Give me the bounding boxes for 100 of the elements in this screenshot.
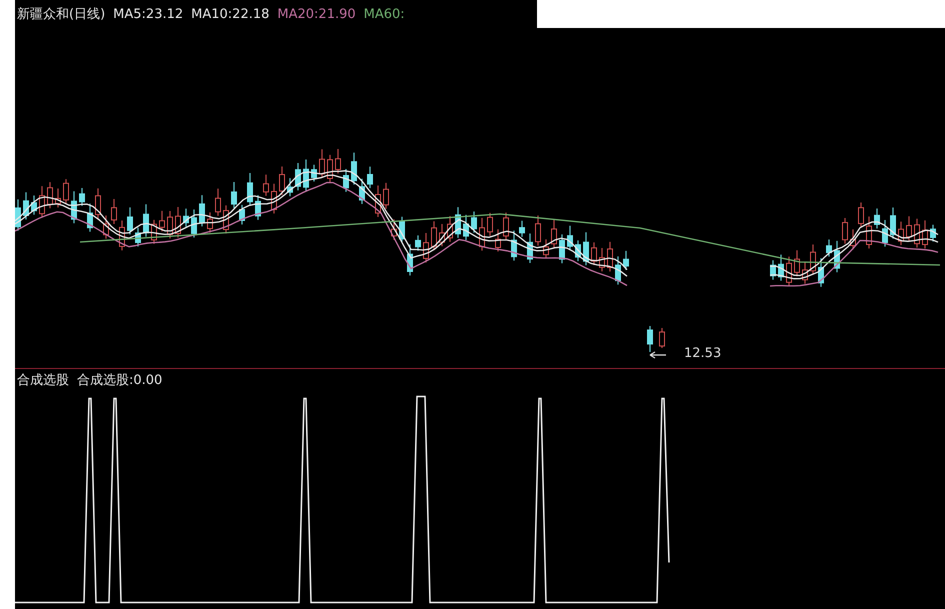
candlestick xyxy=(399,216,405,244)
candlestick xyxy=(503,212,509,240)
candlestick xyxy=(383,182,389,210)
candlestick xyxy=(279,166,285,196)
candlestick xyxy=(431,220,437,251)
candlestick xyxy=(255,194,261,220)
candlestick xyxy=(223,204,229,234)
candlestick xyxy=(351,152,357,186)
candlestick xyxy=(447,216,453,242)
moving-average-label: MA60: xyxy=(364,6,405,22)
candlestick xyxy=(119,220,125,251)
candlestick xyxy=(455,206,461,238)
candlestick xyxy=(842,218,848,244)
candlestick xyxy=(359,178,365,204)
candlestick xyxy=(439,223,445,247)
candlestick xyxy=(375,184,381,218)
candlestick xyxy=(247,172,253,206)
moving-average-label: MA5:23.12 xyxy=(113,6,184,22)
candlestick xyxy=(834,240,840,273)
moving-average-label: MA20:21.90 xyxy=(277,6,356,22)
candlestick xyxy=(407,244,413,276)
candlestick xyxy=(906,216,912,242)
candlestick xyxy=(591,242,597,266)
candlestick xyxy=(87,203,93,232)
price-label: 12.53 xyxy=(684,346,722,361)
candlestick xyxy=(311,164,317,182)
candlestick xyxy=(543,238,549,260)
candlestick xyxy=(55,188,61,208)
candlestick xyxy=(495,228,501,252)
candlestick xyxy=(778,254,784,282)
candlestick xyxy=(167,210,173,240)
candlestick xyxy=(659,328,665,348)
candlestick xyxy=(519,220,525,238)
candlestick xyxy=(239,204,245,225)
candlestick xyxy=(295,162,301,191)
candlestick xyxy=(898,221,904,246)
candlestick xyxy=(271,183,277,214)
candlestick xyxy=(463,214,469,241)
candlestick xyxy=(143,204,149,238)
candlestick xyxy=(826,239,832,258)
candlestick xyxy=(159,210,165,232)
candlestick xyxy=(175,206,181,238)
moving-average-label: MA10:22.18 xyxy=(191,6,270,22)
candlestick xyxy=(866,216,872,249)
candlestick xyxy=(471,211,477,234)
candlestick xyxy=(599,248,605,272)
candlestick xyxy=(810,244,816,276)
candlestick xyxy=(930,224,936,242)
candlestick xyxy=(786,256,792,287)
candlestick xyxy=(415,234,421,252)
candlestick xyxy=(367,166,373,189)
candlestick xyxy=(199,194,205,227)
candlestick xyxy=(583,232,589,266)
candlestick xyxy=(567,225,573,251)
candlestick xyxy=(151,219,157,244)
candlestick xyxy=(319,148,325,178)
candlestick xyxy=(135,227,141,248)
candlestick xyxy=(850,228,856,250)
candlestick xyxy=(882,220,888,248)
candlestick xyxy=(559,234,565,264)
arrow-icon xyxy=(649,351,667,359)
candlestick xyxy=(858,202,864,228)
candlestick xyxy=(343,168,349,192)
candlestick xyxy=(770,260,776,280)
indicator-name: 合成选股 xyxy=(17,372,69,389)
candlestick xyxy=(183,208,189,228)
candlestick xyxy=(551,219,557,248)
candlestick xyxy=(874,208,880,229)
candlestick xyxy=(263,174,269,196)
candlestick xyxy=(303,159,309,192)
candlestick xyxy=(535,215,541,246)
candlestick xyxy=(527,233,533,264)
candlestick xyxy=(71,190,77,224)
candlestick xyxy=(487,212,493,236)
candlestick xyxy=(575,240,581,262)
candlestick xyxy=(23,192,29,220)
candlestick xyxy=(607,241,613,272)
candlestick xyxy=(207,212,213,234)
candlestick xyxy=(391,218,397,240)
candlestick xyxy=(615,256,621,286)
candlestick xyxy=(287,178,293,197)
candlestick xyxy=(623,250,629,271)
candlestick xyxy=(914,218,920,248)
candlestick xyxy=(95,188,101,220)
candlestick xyxy=(890,206,896,240)
candlestick xyxy=(47,182,53,209)
candlestick xyxy=(335,148,341,174)
candlestick xyxy=(423,232,429,263)
candlestick xyxy=(191,209,197,238)
stock-title: 新疆众和(日线) xyxy=(17,6,106,23)
candlestick xyxy=(31,195,37,216)
candlestick xyxy=(794,250,800,277)
candlestick xyxy=(802,261,808,284)
candlestick xyxy=(327,154,333,183)
indicator-reading: 合成选股:0.00 xyxy=(77,372,162,389)
candlestick xyxy=(111,198,117,224)
candlestick xyxy=(479,217,485,252)
candlestick xyxy=(647,326,653,352)
candlestick xyxy=(15,198,21,232)
candlestick xyxy=(39,186,45,218)
